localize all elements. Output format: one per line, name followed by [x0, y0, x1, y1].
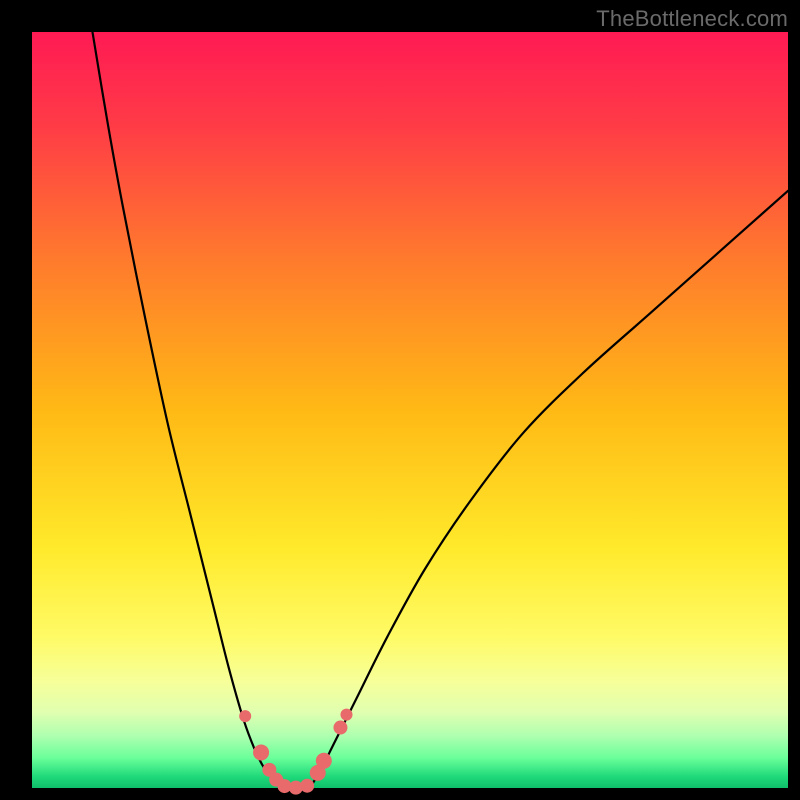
- data-marker: [239, 710, 251, 722]
- chart-frame: TheBottleneck.com: [0, 0, 800, 800]
- data-marker: [316, 753, 332, 769]
- data-marker: [253, 744, 269, 760]
- data-marker: [333, 721, 347, 735]
- chart-canvas: [0, 0, 800, 800]
- data-marker: [300, 779, 314, 793]
- data-marker: [340, 709, 352, 721]
- plot-background: [32, 32, 788, 788]
- watermark-label: TheBottleneck.com: [596, 6, 788, 32]
